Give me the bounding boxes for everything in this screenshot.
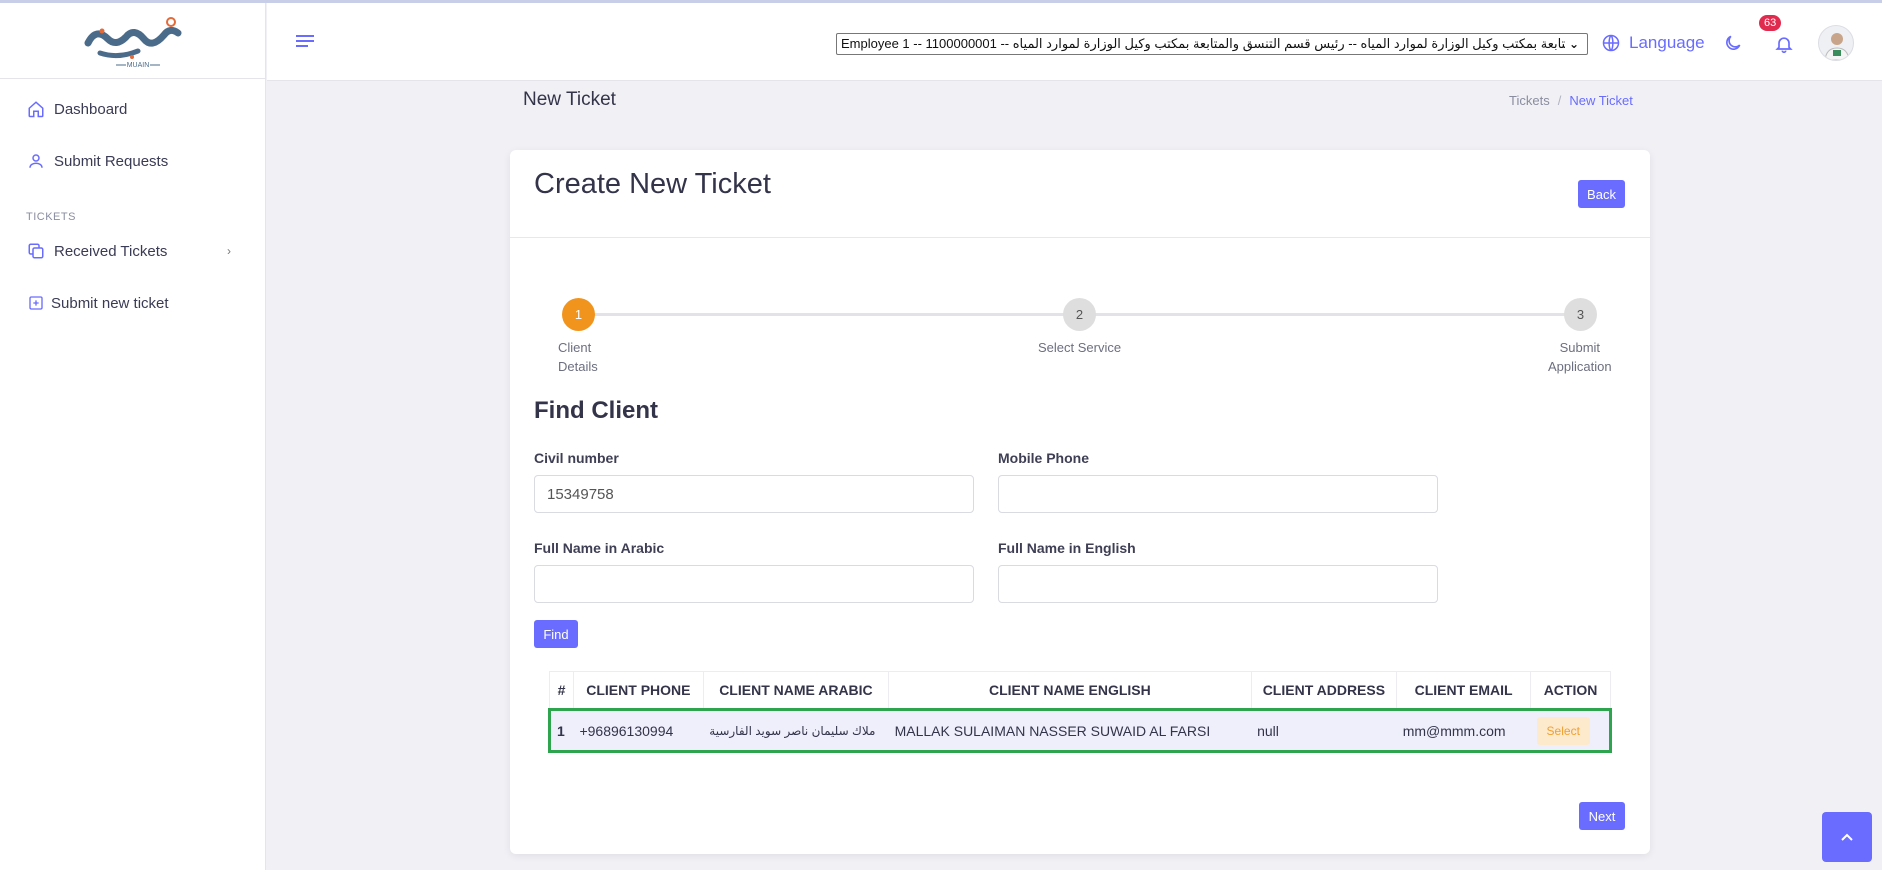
step-2-circle[interactable]: 2 <box>1063 298 1096 331</box>
step-3-circle[interactable]: 3 <box>1564 298 1597 331</box>
sidebar-item-label: Dashboard <box>54 100 128 118</box>
back-button[interactable]: Back <box>1578 180 1625 208</box>
sidebar-item-submit-requests[interactable]: Submit Requests <box>0 141 265 181</box>
user-avatar-icon <box>1824 33 1850 60</box>
card-header: Create New Ticket Back <box>510 150 1650 238</box>
sidebar-section-tickets: TICKETS <box>26 211 76 223</box>
table-row[interactable]: 1 +96896130994 ملاك سليمان ناصر سويد الف… <box>548 708 1612 753</box>
logo[interactable]: MUAIN <box>0 3 265 79</box>
svg-text:MUAIN: MUAIN <box>126 62 149 69</box>
client-name-english: MALLAK SULAIMAN NASSER SUWAID AL FARSI <box>888 708 1252 753</box>
bell-icon[interactable] <box>1774 33 1794 60</box>
mobile-phone-label: Mobile Phone <box>998 450 1089 466</box>
muain-logo: MUAIN <box>84 16 181 69</box>
client-name-arabic: ملاك سليمان ناصر سويد الفارسية <box>703 708 889 753</box>
name-arabic-field[interactable] <box>534 565 974 603</box>
client-address: null <box>1251 708 1397 753</box>
table-header-row: # CLIENT PHONE CLIENT NAME ARABIC CLIENT… <box>549 671 1611 710</box>
create-ticket-card: Create New Ticket Back 1 2 3 Client Deta… <box>510 150 1650 854</box>
breadcrumb-tickets[interactable]: Tickets <box>1509 93 1550 108</box>
row-index: 1 <box>548 708 574 753</box>
column-header: CLIENT NAME ENGLISH <box>888 671 1252 710</box>
avatar[interactable] <box>1818 25 1854 61</box>
step-1-label: Client Details <box>558 340 598 374</box>
name-arabic-label: Full Name in Arabic <box>534 540 665 556</box>
column-header: CLIENT NAME ARABIC <box>702 671 890 710</box>
language-switcher[interactable]: Language <box>1601 33 1705 53</box>
menu-toggle-icon[interactable] <box>295 33 315 56</box>
sidebar-item-label: Submit new ticket <box>51 294 169 312</box>
find-button[interactable]: Find <box>534 620 578 648</box>
column-header: CLIENT PHONE <box>572 671 704 710</box>
row-action: Select <box>1530 708 1612 753</box>
column-header: # <box>549 671 574 710</box>
globe-icon <box>1602 34 1620 52</box>
employee-select[interactable]: Employee 1 -- 1100000001 -- قسم التنسيق … <box>836 33 1588 55</box>
chevron-right-icon: › <box>227 244 231 258</box>
column-header: CLIENT ADDRESS <box>1250 671 1398 710</box>
chevron-down-icon: ⌄ <box>1568 37 1580 51</box>
page-title: New Ticket <box>523 89 616 110</box>
find-client-heading: Find Client <box>534 397 658 424</box>
employee-select-value: Employee 1 -- 1100000001 -- قسم التنسيق … <box>841 36 1565 51</box>
step-3-label: Submit Application <box>1548 340 1612 374</box>
sidebar-item-dashboard[interactable]: Dashboard <box>0 89 265 129</box>
column-header: ACTION <box>1530 671 1611 710</box>
select-client-button[interactable]: Select <box>1536 716 1590 745</box>
scroll-to-top-button[interactable] <box>1822 812 1872 862</box>
civil-number-label: Civil number <box>534 450 619 466</box>
column-header: CLIENT EMAIL <box>1396 671 1532 710</box>
top-navbar: Employee 1 -- 1100000001 -- قسم التنسيق … <box>267 3 1882 81</box>
step-1-circle[interactable]: 1 <box>562 298 595 331</box>
moon-icon[interactable] <box>1723 33 1743 58</box>
home-icon <box>26 99 46 119</box>
next-button[interactable]: Next <box>1579 802 1625 830</box>
breadcrumb: Tickets / New Ticket <box>1509 93 1633 108</box>
sidebar: MUAIN Dashboard Submit Requests TICKETS … <box>0 3 266 870</box>
sidebar-item-submit-new-ticket[interactable]: Submit new ticket <box>0 283 265 323</box>
breadcrumb-current: New Ticket <box>1569 93 1633 108</box>
mobile-phone-field[interactable] <box>998 475 1438 513</box>
client-email: mm@mmm.com <box>1396 708 1531 753</box>
sidebar-item-label: Received Tickets <box>54 242 168 260</box>
language-label: Language <box>1629 33 1705 52</box>
chevron-up-icon <box>1841 833 1853 841</box>
client-phone: +96896130994 <box>573 708 704 753</box>
notification-count-badge: 63 <box>1759 15 1782 31</box>
sidebar-item-label: Submit Requests <box>54 152 169 170</box>
plus-square-icon <box>26 293 46 313</box>
card-title: Create New Ticket <box>534 168 771 200</box>
name-english-label: Full Name in English <box>998 540 1136 556</box>
breadcrumb-separator: / <box>1557 93 1562 108</box>
step-2-label: Select Service <box>1038 340 1122 355</box>
copy-icon <box>26 241 46 261</box>
user-icon <box>26 151 46 171</box>
name-english-field[interactable] <box>998 565 1438 603</box>
civil-number-field[interactable] <box>534 475 974 513</box>
client-results-table: # CLIENT PHONE CLIENT NAME ARABIC CLIENT… <box>548 671 1612 753</box>
sidebar-item-received-tickets[interactable]: Received Tickets › <box>0 231 265 271</box>
